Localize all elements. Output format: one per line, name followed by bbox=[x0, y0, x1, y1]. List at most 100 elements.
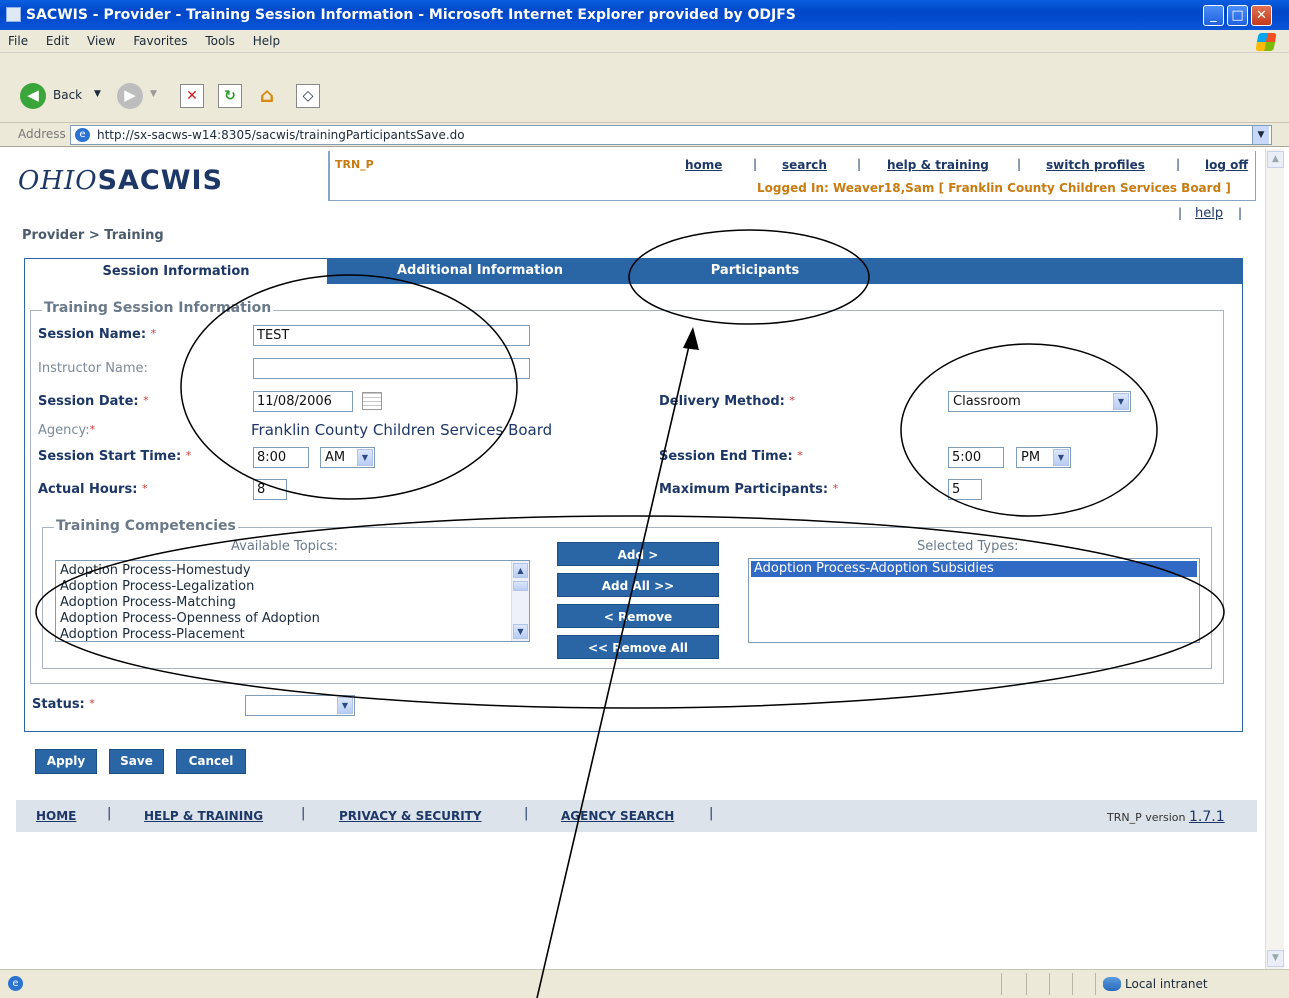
link-search[interactable]: search bbox=[782, 158, 827, 172]
apply-button[interactable]: Apply bbox=[34, 748, 98, 775]
end-time-label: Session End Time: * bbox=[659, 449, 803, 464]
status-select[interactable]: ▼ bbox=[245, 695, 355, 716]
session-name-input[interactable]: TEST bbox=[253, 325, 530, 346]
remove-all-button[interactable]: << Remove All bbox=[557, 635, 719, 659]
link-home[interactable]: home bbox=[685, 158, 722, 172]
list-item[interactable]: Adoption Process-Homestudy bbox=[60, 563, 525, 579]
list-item[interactable]: Adoption Process-Placement bbox=[60, 627, 525, 641]
address-input[interactable]: e http://sx-sacws-w14:8305/sacwis/traini… bbox=[70, 125, 1272, 145]
back-arrow-icon[interactable]: ◀ bbox=[20, 83, 46, 109]
scroll-down-icon[interactable]: ▼ bbox=[1267, 950, 1284, 967]
windows-logo-icon bbox=[1255, 33, 1277, 51]
save-button[interactable]: Save bbox=[108, 748, 165, 775]
end-ampm-select[interactable]: PM ▼ bbox=[1016, 447, 1071, 468]
forward-arrow-icon[interactable]: ▶ bbox=[117, 83, 143, 109]
add-all-button[interactable]: Add All >> bbox=[557, 573, 719, 597]
end-time-input[interactable]: 5:00 bbox=[948, 447, 1004, 468]
ie-page-icon: e bbox=[75, 128, 90, 142]
page-code: TRN_P bbox=[335, 158, 374, 171]
scroll-up-icon[interactable]: ▲ bbox=[1267, 151, 1284, 168]
tab-additional-information[interactable]: Additional Information bbox=[330, 258, 630, 284]
instructor-name-label: Instructor Name: bbox=[38, 361, 148, 376]
page-scrollbar[interactable]: ▲ ▼ bbox=[1265, 149, 1284, 969]
footer-link-agency-search[interactable]: AGENCY SEARCH bbox=[561, 809, 674, 823]
selected-types-list[interactable]: Adoption Process-Adoption Subsidies bbox=[748, 558, 1200, 643]
breadcrumb: Provider > Training bbox=[22, 228, 164, 243]
list-item-selected[interactable]: Adoption Process-Adoption Subsidies bbox=[751, 561, 1197, 577]
address-bar: Address e http://sx-sacws-w14:8305/sacwi… bbox=[0, 123, 1289, 147]
list-item[interactable]: Adoption Process-Openness of Adoption bbox=[60, 611, 525, 627]
start-ampm-select[interactable]: AM ▼ bbox=[320, 447, 375, 468]
status-label: Status: * bbox=[32, 697, 95, 712]
list-item[interactable]: Adoption Process-Matching bbox=[60, 595, 525, 611]
refresh-icon[interactable]: ↻ bbox=[218, 84, 242, 108]
calendar-icon[interactable] bbox=[362, 392, 382, 410]
menu-tools[interactable]: Tools bbox=[205, 34, 235, 48]
intranet-globe-icon bbox=[1103, 977, 1121, 991]
start-time-input[interactable]: 8:00 bbox=[253, 447, 309, 468]
separator: | bbox=[709, 806, 714, 821]
browser-toolbar: ◀ Back ▼ ▶ ▼ ✕ ↻ ⌂ ◇ bbox=[0, 53, 1289, 123]
forward-dropdown-icon[interactable]: ▼ bbox=[150, 89, 157, 99]
logo-bold: SACWIS bbox=[97, 165, 224, 196]
browser-status-bar: e Local intranet bbox=[0, 969, 1289, 998]
address-label: Address bbox=[18, 127, 66, 141]
session-legend: Training Session Information bbox=[42, 300, 274, 316]
version-link[interactable]: 1.7.1 bbox=[1189, 809, 1225, 825]
available-topics-list[interactable]: Adoption Process-Homestudy Adoption Proc… bbox=[55, 560, 530, 642]
session-date-input[interactable]: 11/08/2006 bbox=[253, 391, 353, 412]
separator: | bbox=[1176, 157, 1181, 171]
address-dropdown-icon[interactable]: ▼ bbox=[1252, 126, 1269, 144]
stop-icon[interactable]: ✕ bbox=[180, 84, 204, 108]
separator: | bbox=[753, 157, 758, 171]
chevron-down-icon: ▼ bbox=[1113, 393, 1129, 410]
remove-button[interactable]: < Remove bbox=[557, 604, 719, 628]
separator: | bbox=[1017, 157, 1022, 171]
menu-favorites[interactable]: Favorites bbox=[133, 34, 187, 48]
ie-page-icon: e bbox=[8, 976, 23, 991]
actual-hours-label: Actual Hours: * bbox=[38, 482, 148, 497]
max-participants-input[interactable]: 5 bbox=[948, 479, 982, 500]
delivery-method-label: Delivery Method: * bbox=[659, 394, 795, 409]
back-button-label[interactable]: Back bbox=[53, 88, 82, 102]
window-title: SACWIS - Provider - Training Session Inf… bbox=[26, 7, 796, 23]
link-switch-profiles[interactable]: switch profiles bbox=[1046, 158, 1145, 172]
scroll-thumb bbox=[513, 581, 528, 591]
tab-participants[interactable]: Participants bbox=[630, 258, 880, 284]
add-button[interactable]: Add > bbox=[557, 542, 719, 566]
minimize-button[interactable]: _ bbox=[1203, 5, 1224, 26]
menu-edit[interactable]: Edit bbox=[46, 34, 69, 48]
list-item[interactable]: Adoption Process-Legalization bbox=[60, 579, 525, 595]
menu-help[interactable]: Help bbox=[253, 34, 280, 48]
chevron-down-icon: ▼ bbox=[357, 449, 373, 466]
selected-types-label: Selected Types: bbox=[917, 539, 1019, 554]
footer-link-privacy-security[interactable]: PRIVACY & SECURITY bbox=[339, 809, 482, 823]
agency-value: Franklin County Children Services Board bbox=[251, 421, 553, 439]
cancel-button[interactable]: Cancel bbox=[175, 748, 247, 775]
close-button[interactable]: ✕ bbox=[1251, 5, 1272, 26]
address-url: http://sx-sacws-w14:8305/sacwis/training… bbox=[97, 128, 465, 142]
ie-document-icon bbox=[6, 7, 21, 22]
list-scrollbar[interactable]: ▲ ▼ bbox=[511, 561, 529, 641]
separator: | bbox=[857, 157, 862, 171]
session-name-label: Session Name: * bbox=[38, 327, 157, 342]
help-link[interactable]: help bbox=[1195, 206, 1223, 221]
footer-link-help-training[interactable]: HELP & TRAINING bbox=[144, 809, 263, 823]
chevron-down-icon: ▼ bbox=[1053, 449, 1069, 466]
footer-link-home[interactable]: HOME bbox=[36, 809, 76, 823]
link-help-training[interactable]: help & training bbox=[887, 158, 989, 172]
menu-view[interactable]: View bbox=[87, 34, 115, 48]
maximize-button[interactable]: □ bbox=[1227, 5, 1248, 26]
available-topics-label: Available Topics: bbox=[231, 539, 338, 554]
compatibility-icon[interactable]: ◇ bbox=[296, 84, 320, 108]
separator: | bbox=[1178, 206, 1183, 220]
delivery-method-select[interactable]: Classroom ▼ bbox=[948, 391, 1131, 412]
menu-file[interactable]: File bbox=[8, 34, 28, 48]
actual-hours-input[interactable]: 8 bbox=[253, 479, 287, 500]
home-icon[interactable]: ⌂ bbox=[255, 84, 279, 108]
version-info: TRN_P version 1.7.1 bbox=[1107, 809, 1225, 825]
link-log-off[interactable]: log off bbox=[1205, 158, 1248, 172]
tab-session-information[interactable]: Session Information bbox=[24, 258, 328, 284]
instructor-name-input[interactable] bbox=[253, 358, 530, 379]
back-dropdown-icon[interactable]: ▼ bbox=[94, 89, 101, 99]
